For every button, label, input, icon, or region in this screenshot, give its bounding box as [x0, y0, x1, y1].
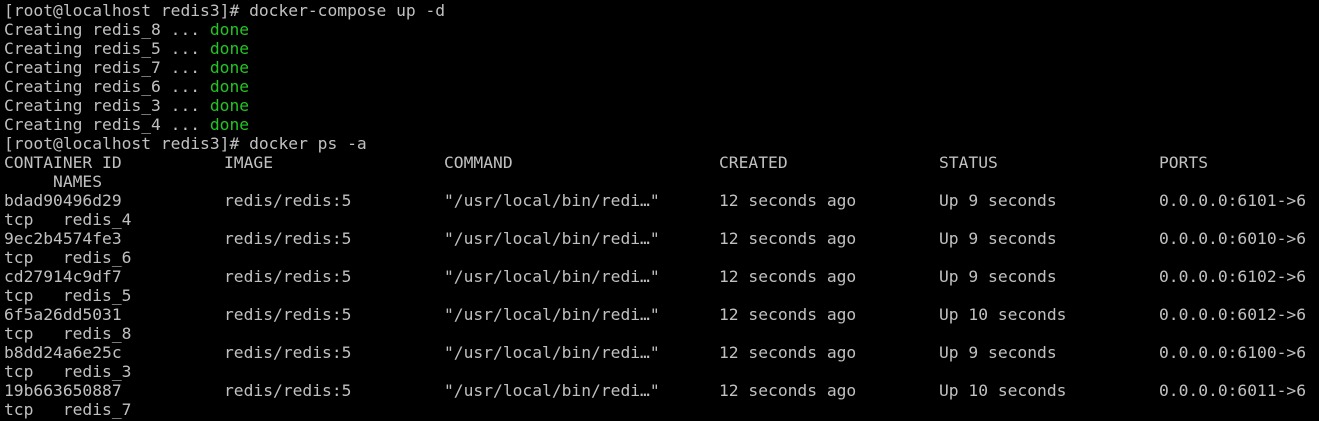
- image: redis/redis:5: [224, 381, 352, 400]
- command: "/usr/local/bin/redi…": [444, 305, 660, 324]
- creating-suffix: ...: [160, 115, 210, 134]
- compose-output-line: Creating redis_5 ... done: [4, 39, 1319, 58]
- created: 12 seconds ago: [719, 191, 857, 210]
- command: "/usr/local/bin/redi…": [444, 343, 660, 362]
- container-name: redis_6: [92, 77, 161, 96]
- image: redis/redis:5: [224, 267, 352, 286]
- ps-table-header: CONTAINER ID IMAGE COMMAND CREATED STATU…: [4, 153, 1319, 172]
- row-wrap-names: tcp redis_8: [4, 324, 132, 343]
- status: Up 9 seconds: [939, 229, 1057, 248]
- table-row: cd27914c9df7 redis/redis:5 "/usr/local/b…: [4, 267, 1319, 286]
- ports: 0.0.0.0:6011->6: [1159, 381, 1307, 400]
- command: "/usr/local/bin/redi…": [444, 267, 660, 286]
- table-row: b8dd24a6e25c redis/redis:5 "/usr/local/b…: [4, 343, 1319, 362]
- creating-prefix: Creating: [4, 39, 93, 58]
- command-line: [root@localhost redis3]# docker ps -a: [4, 134, 1319, 153]
- table-row: 19b663650887 redis/redis:5 "/usr/local/b…: [4, 381, 1319, 400]
- container-id: b8dd24a6e25c: [4, 343, 122, 362]
- container-name: redis_8: [92, 20, 161, 39]
- compose-output-line: Creating redis_8 ... done: [4, 20, 1319, 39]
- compose-output-line: Creating redis_6 ... done: [4, 77, 1319, 96]
- created: 12 seconds ago: [719, 267, 857, 286]
- created: 12 seconds ago: [719, 305, 857, 324]
- created: 12 seconds ago: [719, 381, 857, 400]
- done-status: done: [209, 96, 250, 115]
- image: redis/redis:5: [224, 191, 352, 210]
- container-id: 6f5a26dd5031: [4, 305, 122, 324]
- container-id: bdad90496d29: [4, 191, 122, 210]
- done-status: done: [209, 58, 250, 77]
- command: "/usr/local/bin/redi…": [444, 381, 660, 400]
- ports: 0.0.0.0:6010->6: [1159, 229, 1307, 248]
- command-line: [root@localhost redis3]# docker-compose …: [4, 1, 1319, 20]
- status: Up 9 seconds: [939, 267, 1057, 286]
- compose-output-line: Creating redis_7 ... done: [4, 58, 1319, 77]
- created: 12 seconds ago: [719, 229, 857, 248]
- command: "/usr/local/bin/redi…": [444, 191, 660, 210]
- ports: 0.0.0.0:6100->6: [1159, 343, 1307, 362]
- image: redis/redis:5: [224, 343, 352, 362]
- row-wrap-names: tcp redis_6: [4, 248, 132, 267]
- creating-suffix: ...: [160, 77, 210, 96]
- row-wrap-names: tcp redis_7: [4, 400, 132, 419]
- done-status: done: [209, 115, 250, 134]
- status: Up 9 seconds: [939, 343, 1057, 362]
- creating-prefix: Creating: [4, 20, 93, 39]
- header-command: COMMAND: [444, 153, 513, 172]
- shell-prompt: [root@localhost redis3]#: [4, 134, 250, 153]
- status: Up 9 seconds: [939, 191, 1057, 210]
- creating-suffix: ...: [160, 96, 210, 115]
- table-row: 9ec2b4574fe3 redis/redis:5 "/usr/local/b…: [4, 229, 1319, 248]
- container-name: redis_5: [92, 39, 161, 58]
- creating-suffix: ...: [160, 58, 210, 77]
- creating-prefix: Creating: [4, 58, 93, 77]
- image: redis/redis:5: [224, 229, 352, 248]
- container-name: redis_4: [92, 115, 161, 134]
- compose-output-line: Creating redis_4 ... done: [4, 115, 1319, 134]
- container-id: 19b663650887: [4, 381, 122, 400]
- created: 12 seconds ago: [719, 343, 857, 362]
- command-text: docker ps -a: [249, 134, 367, 153]
- done-status: done: [209, 77, 250, 96]
- done-status: done: [209, 20, 250, 39]
- command-text: docker-compose up -d: [249, 1, 446, 20]
- status: Up 10 seconds: [939, 381, 1067, 400]
- ports: 0.0.0.0:6012->6: [1159, 305, 1307, 324]
- container-id: cd27914c9df7: [4, 267, 122, 286]
- header-names: NAMES: [4, 172, 103, 191]
- creating-suffix: ...: [160, 20, 210, 39]
- creating-prefix: Creating: [4, 77, 93, 96]
- terminal-window[interactable]: [root@localhost redis3]# docker-compose …: [0, 0, 1319, 421]
- header-image: IMAGE: [224, 153, 274, 172]
- header-container-id: CONTAINER ID: [4, 153, 122, 172]
- command: "/usr/local/bin/redi…": [444, 229, 660, 248]
- row-wrap-names: tcp redis_3: [4, 362, 132, 381]
- container-name: redis_7: [92, 58, 161, 77]
- header-created: CREATED: [719, 153, 788, 172]
- image: redis/redis:5: [224, 305, 352, 324]
- row-wrap-names: tcp redis_5: [4, 286, 132, 305]
- done-status: done: [209, 39, 250, 58]
- header-status: STATUS: [939, 153, 998, 172]
- ports: 0.0.0.0:6102->6: [1159, 267, 1307, 286]
- table-row: bdad90496d29 redis/redis:5 "/usr/local/b…: [4, 191, 1319, 210]
- creating-prefix: Creating: [4, 96, 93, 115]
- shell-prompt: [root@localhost redis3]#: [4, 1, 250, 20]
- creating-suffix: ...: [160, 39, 210, 58]
- container-id: 9ec2b4574fe3: [4, 229, 122, 248]
- ports: 0.0.0.0:6101->6: [1159, 191, 1307, 210]
- creating-prefix: Creating: [4, 115, 93, 134]
- status: Up 10 seconds: [939, 305, 1067, 324]
- row-wrap-names: tcp redis_4: [4, 210, 132, 229]
- container-name: redis_3: [92, 96, 161, 115]
- compose-output-line: Creating redis_3 ... done: [4, 96, 1319, 115]
- header-ports: PORTS: [1159, 153, 1209, 172]
- table-row: 6f5a26dd5031 redis/redis:5 "/usr/local/b…: [4, 305, 1319, 324]
